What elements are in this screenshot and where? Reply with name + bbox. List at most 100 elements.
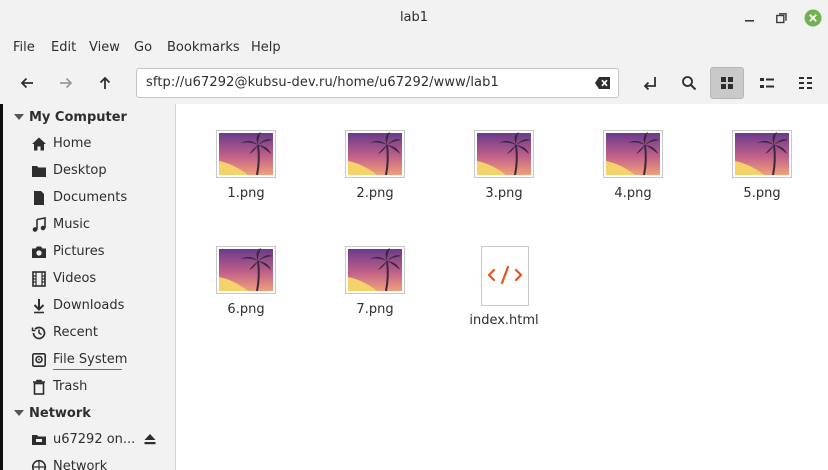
section-network[interactable]: Network [0,402,175,426]
maximize-button[interactable] [771,8,791,28]
arrow-right-icon [60,77,73,89]
menu-view[interactable]: View [89,40,120,55]
file-name: index.html [469,313,539,328]
section-label: My Computer [29,110,127,125]
file-name: 7.png [356,302,394,317]
location-bar[interactable]: sftp://u67292@kubsu-dev.ru/home/u67292/w… [136,68,619,98]
file-name: 1.png [227,186,265,201]
compact-view-button[interactable] [789,67,823,99]
arrow-up-icon [99,76,111,89]
music-icon [32,217,46,232]
sidebar-item-pictures[interactable]: Pictures [0,239,175,265]
sidebar: My Computer Home Desktop Documents Music… [0,104,176,470]
sidebar-item-label: Home [53,136,92,151]
file-item[interactable]: 3.png [459,130,549,220]
back-button[interactable] [10,67,44,99]
sidebar-item-label: Recent [53,325,98,340]
html-file-icon [481,246,529,306]
file-item[interactable]: 7.png [330,246,420,336]
compact-list-icon [799,77,812,89]
file-item[interactable]: 1.png [201,130,291,220]
selection-underline [53,369,122,370]
sidebar-item-label: File System [53,352,128,367]
search-icon [682,76,697,91]
trash-icon [33,379,45,395]
location-path[interactable]: sftp://u67292@kubsu-dev.ru/home/u67292/w… [146,75,499,90]
sidebar-item-label: Documents [53,190,128,205]
forward-button[interactable] [49,67,83,99]
search-button[interactable] [672,67,706,99]
toggle-location-button[interactable] [633,67,667,99]
expander-icon [14,114,24,120]
desktop-icon [32,166,46,177]
arrow-left-icon [20,77,33,89]
drive-icon [31,352,46,367]
document-icon [34,191,44,205]
home-icon [32,137,46,151]
file-name: 3.png [485,186,523,201]
image-thumbnail-icon [216,246,276,294]
sidebar-item-remote-mount[interactable]: u67292 on... [0,427,175,453]
grid-icon [721,77,733,89]
image-thumbnail-icon [603,130,663,178]
image-thumbnail-icon [732,130,792,178]
file-item[interactable]: 2.png [330,130,420,220]
sidebar-item-network[interactable]: Network [0,454,175,470]
network-folder-icon [32,435,46,445]
return-arrow-icon [643,77,656,91]
image-thumbnail-icon [216,130,276,178]
toolbar: sftp://u67292@kubsu-dev.ru/home/u67292/w… [0,62,828,104]
section-my-computer[interactable]: My Computer [0,106,175,130]
sidebar-item-label: Trash [53,379,88,394]
camera-icon [32,246,46,258]
download-icon [33,299,45,314]
sidebar-item-music[interactable]: Music [0,212,175,238]
film-icon [32,271,46,287]
file-item[interactable]: 4.png [588,130,678,220]
list-view-button[interactable] [750,67,784,99]
file-name: 4.png [614,186,652,201]
sidebar-item-recent[interactable]: Recent [0,320,175,346]
image-thumbnail-icon [345,246,405,294]
sidebar-item-label: Desktop [53,163,107,178]
sidebar-item-home[interactable]: Home [0,131,175,157]
sidebar-item-videos[interactable]: Videos [0,266,175,292]
restore-icon [775,12,787,23]
sidebar-item-trash[interactable]: Trash [0,374,175,400]
sidebar-item-documents[interactable]: Documents [0,185,175,211]
minimize-icon [745,20,754,22]
minimize-button[interactable] [740,8,760,28]
sidebar-item-desktop[interactable]: Desktop [0,158,175,184]
clear-location-icon[interactable] [594,75,612,91]
file-item[interactable]: 5.png [717,130,807,220]
icon-view-button[interactable] [710,67,744,99]
menu-bar: File Edit View Go Bookmarks Help [0,36,828,60]
eject-icon[interactable] [144,433,156,445]
menu-help[interactable]: Help [251,40,281,55]
up-button[interactable] [88,67,122,99]
sidebar-item-label: Videos [53,271,97,286]
window-title: lab1 [399,10,429,25]
sidebar-item-label: Music [53,217,90,232]
sidebar-item-label: Pictures [53,244,105,259]
sidebar-item-label: Downloads [53,298,125,313]
network-icon [31,459,47,470]
file-item[interactable]: 6.png [201,246,291,336]
sidebar-item-file-system[interactable]: File System [0,347,175,373]
menu-go[interactable]: Go [134,40,152,55]
close-icon [804,9,822,27]
menu-bookmarks[interactable]: Bookmarks [167,40,240,55]
title-bar: lab1 [0,0,828,36]
close-button[interactable] [803,8,823,28]
file-name: 2.png [356,186,394,201]
file-manager-window: lab1 File Edit View Go Bookmarks Help sf… [0,0,828,470]
expander-icon [14,410,24,416]
menu-file[interactable]: File [13,40,35,55]
clock-icon [31,326,46,340]
image-thumbnail-icon [474,130,534,178]
file-item[interactable]: index.html [459,246,549,336]
file-name: 5.png [743,186,781,201]
file-name: 6.png [227,302,265,317]
menu-edit[interactable]: Edit [51,40,76,55]
sidebar-item-downloads[interactable]: Downloads [0,293,175,319]
